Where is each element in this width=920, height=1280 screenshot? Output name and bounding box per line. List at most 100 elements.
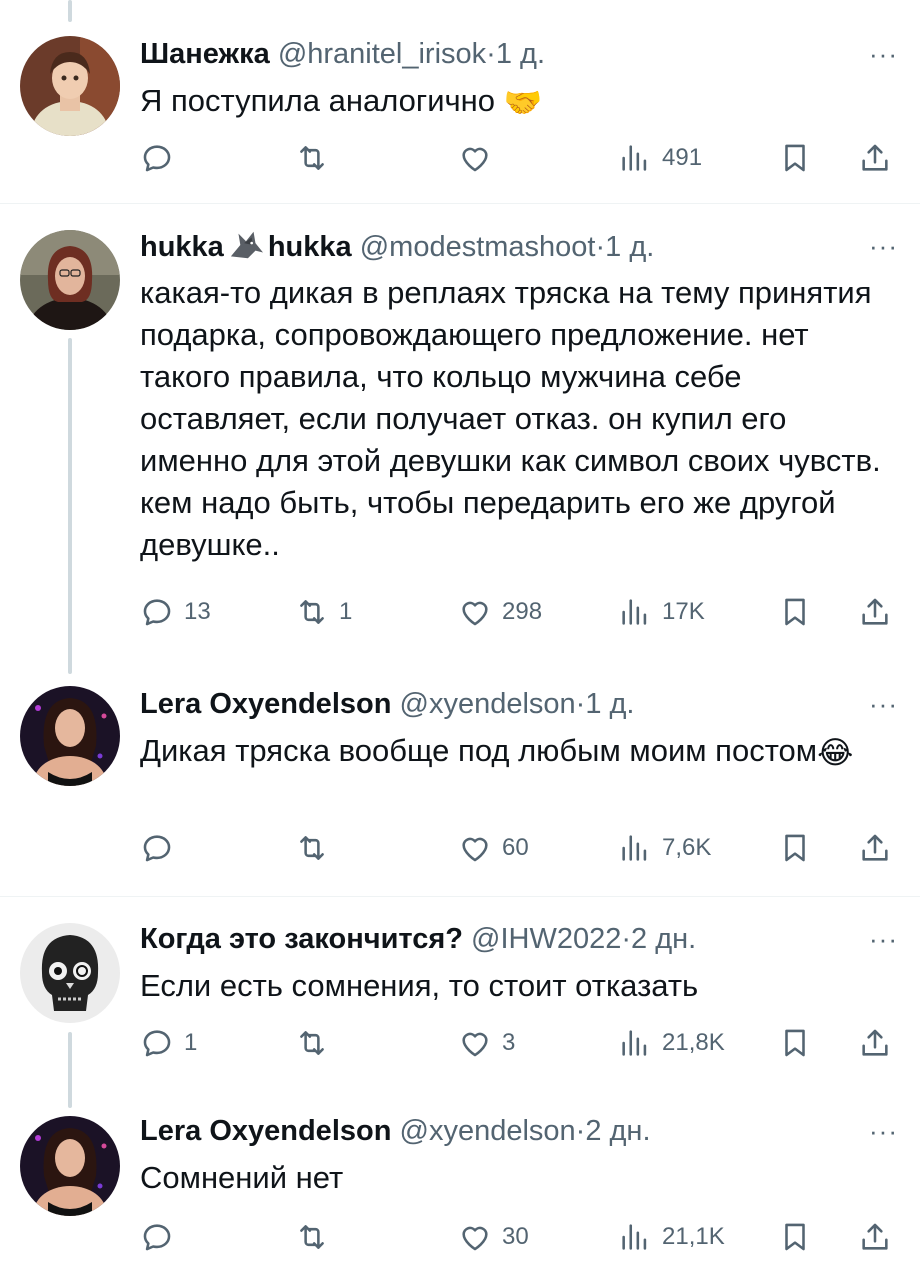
avatar[interactable] [20, 1116, 120, 1216]
like-icon [462, 147, 488, 172]
author-handle[interactable]: @xyendelson [400, 1115, 576, 1147]
retweet-icon [300, 836, 324, 860]
author-name[interactable]: Lera Oxyendelson [140, 688, 391, 720]
like-button[interactable]: 298 [458, 592, 542, 632]
author-handle[interactable]: @modestmashoot [360, 231, 596, 263]
more-icon[interactable]: ··· [869, 1118, 898, 1144]
bookmark-button[interactable] [778, 828, 812, 868]
share-button[interactable] [858, 1217, 892, 1257]
reply-button[interactable]: 13 [140, 592, 211, 632]
bookmark-button[interactable] [778, 1217, 812, 1257]
tweet-time[interactable]: 1 д. [496, 38, 545, 70]
like-button[interactable]: 60 [458, 828, 529, 868]
bookmark-icon [785, 598, 805, 626]
like-button[interactable]: 3 [458, 1023, 515, 1063]
like-icon [462, 1032, 488, 1057]
reply-button[interactable] [140, 138, 184, 178]
wolf-icon [230, 231, 263, 259]
tweet-actions: 491 [140, 138, 900, 178]
author-name[interactable]: Когда это закончится? [140, 923, 463, 955]
tweet-4[interactable]: Когда это закончится? @IHW2022·2 дн. ···… [0, 897, 920, 1103]
author-name-suffix[interactable]: hukka [268, 231, 352, 263]
avatar[interactable] [20, 230, 120, 330]
retweet-button[interactable] [295, 1023, 339, 1063]
share-icon [862, 1029, 888, 1056]
retweet-button[interactable]: 1 [295, 592, 352, 632]
tweet-time[interactable]: 2 дн. [631, 923, 696, 955]
retweet-icon [300, 146, 324, 170]
like-count: 3 [502, 1029, 516, 1056]
like-count: 60 [502, 834, 529, 861]
views-button[interactable]: 491 [618, 138, 702, 178]
reply-icon [143, 145, 171, 172]
tweet-actions: 60 7,6K [140, 828, 900, 868]
tweet-time[interactable]: 2 дн. [585, 1115, 650, 1147]
bookmark-button[interactable] [778, 138, 812, 178]
more-icon[interactable]: ··· [869, 41, 898, 67]
reply-count: 13 [184, 598, 211, 625]
more-icon[interactable]: ··· [869, 691, 898, 717]
views-button[interactable]: 17K [618, 592, 705, 632]
author-handle[interactable]: @IHW2022 [471, 923, 621, 955]
like-icon [462, 837, 488, 862]
tweet-text: Если есть сомнения, то стоит отказать [140, 968, 699, 1003]
author-name[interactable]: Lera Oxyendelson [140, 1115, 391, 1147]
separator-dot: · [575, 1115, 586, 1147]
avatar[interactable] [20, 36, 120, 136]
separator-dot: · [486, 38, 496, 70]
share-button[interactable] [858, 1023, 892, 1063]
tweet-header: Lera Oxyendelson @xyendelson·1 д. [140, 686, 635, 722]
like-button[interactable] [458, 138, 502, 178]
share-icon [862, 834, 888, 861]
retweet-button[interactable] [295, 1217, 339, 1257]
views-icon [622, 1224, 647, 1250]
reply-button[interactable]: 1 [140, 1023, 197, 1063]
retweet-button[interactable] [295, 828, 339, 868]
views-button[interactable]: 21,1K [618, 1217, 725, 1257]
retweet-count: 1 [339, 598, 353, 625]
bookmark-button[interactable] [778, 1023, 812, 1063]
like-count: 298 [502, 598, 543, 625]
reply-button[interactable] [140, 1217, 184, 1257]
bookmark-icon [785, 834, 805, 862]
share-button[interactable] [858, 592, 892, 632]
tweet-text-body: Я поступила аналогично [140, 83, 496, 118]
tweet-time[interactable]: 1 д. [605, 231, 654, 263]
tweet-1[interactable]: Шанежка @hranitel_irisok·1 д. ··· Я пост… [0, 0, 920, 204]
views-count: 491 [662, 144, 703, 171]
views-button[interactable]: 21,8K [618, 1023, 725, 1063]
retweet-button[interactable] [295, 138, 339, 178]
tweet-2[interactable]: hukka hukka @modestmashoot·1 д. ··· какая… [0, 204, 920, 674]
share-icon [862, 1223, 888, 1250]
avatar[interactable] [20, 923, 120, 1023]
bookmark-button[interactable] [778, 592, 812, 632]
views-count: 7,6K [662, 834, 712, 861]
views-icon [622, 1030, 647, 1056]
handshake-emoji: 🤝 [503, 84, 543, 120]
tweet-3[interactable]: Lera Oxyendelson @xyendelson·1 д. ··· Ди… [0, 674, 920, 897]
author-handle[interactable]: @hranitel_irisok [278, 38, 486, 70]
more-icon[interactable]: ··· [869, 926, 898, 952]
tweet-5[interactable]: Lera Oxyendelson @xyendelson·2 дн. ··· С… [0, 1103, 920, 1280]
tweet-time[interactable]: 1 д. [585, 688, 634, 720]
share-icon [862, 598, 888, 625]
share-icon [862, 144, 888, 171]
views-icon [622, 835, 647, 861]
tweet-header: Lera Oxyendelson @xyendelson·2 дн. [140, 1113, 651, 1149]
reply-icon [143, 835, 171, 862]
avatar[interactable] [20, 686, 120, 786]
author-name[interactable]: hukka [140, 231, 224, 263]
separator-dot: · [621, 923, 632, 955]
views-icon [622, 145, 647, 171]
like-button[interactable]: 30 [458, 1217, 529, 1257]
more-icon[interactable]: ··· [869, 233, 898, 259]
tweet-text: Я поступила аналогично 🤝 [140, 80, 900, 124]
tweet-text: какая-то дикая в реплаях тряска на тему … [140, 275, 881, 562]
separator-dot: · [575, 688, 586, 720]
views-button[interactable]: 7,6K [618, 828, 711, 868]
share-button[interactable] [858, 138, 892, 178]
author-handle[interactable]: @xyendelson [400, 688, 576, 720]
share-button[interactable] [858, 828, 892, 868]
reply-button[interactable] [140, 828, 184, 868]
author-name[interactable]: Шанежка [140, 38, 270, 70]
